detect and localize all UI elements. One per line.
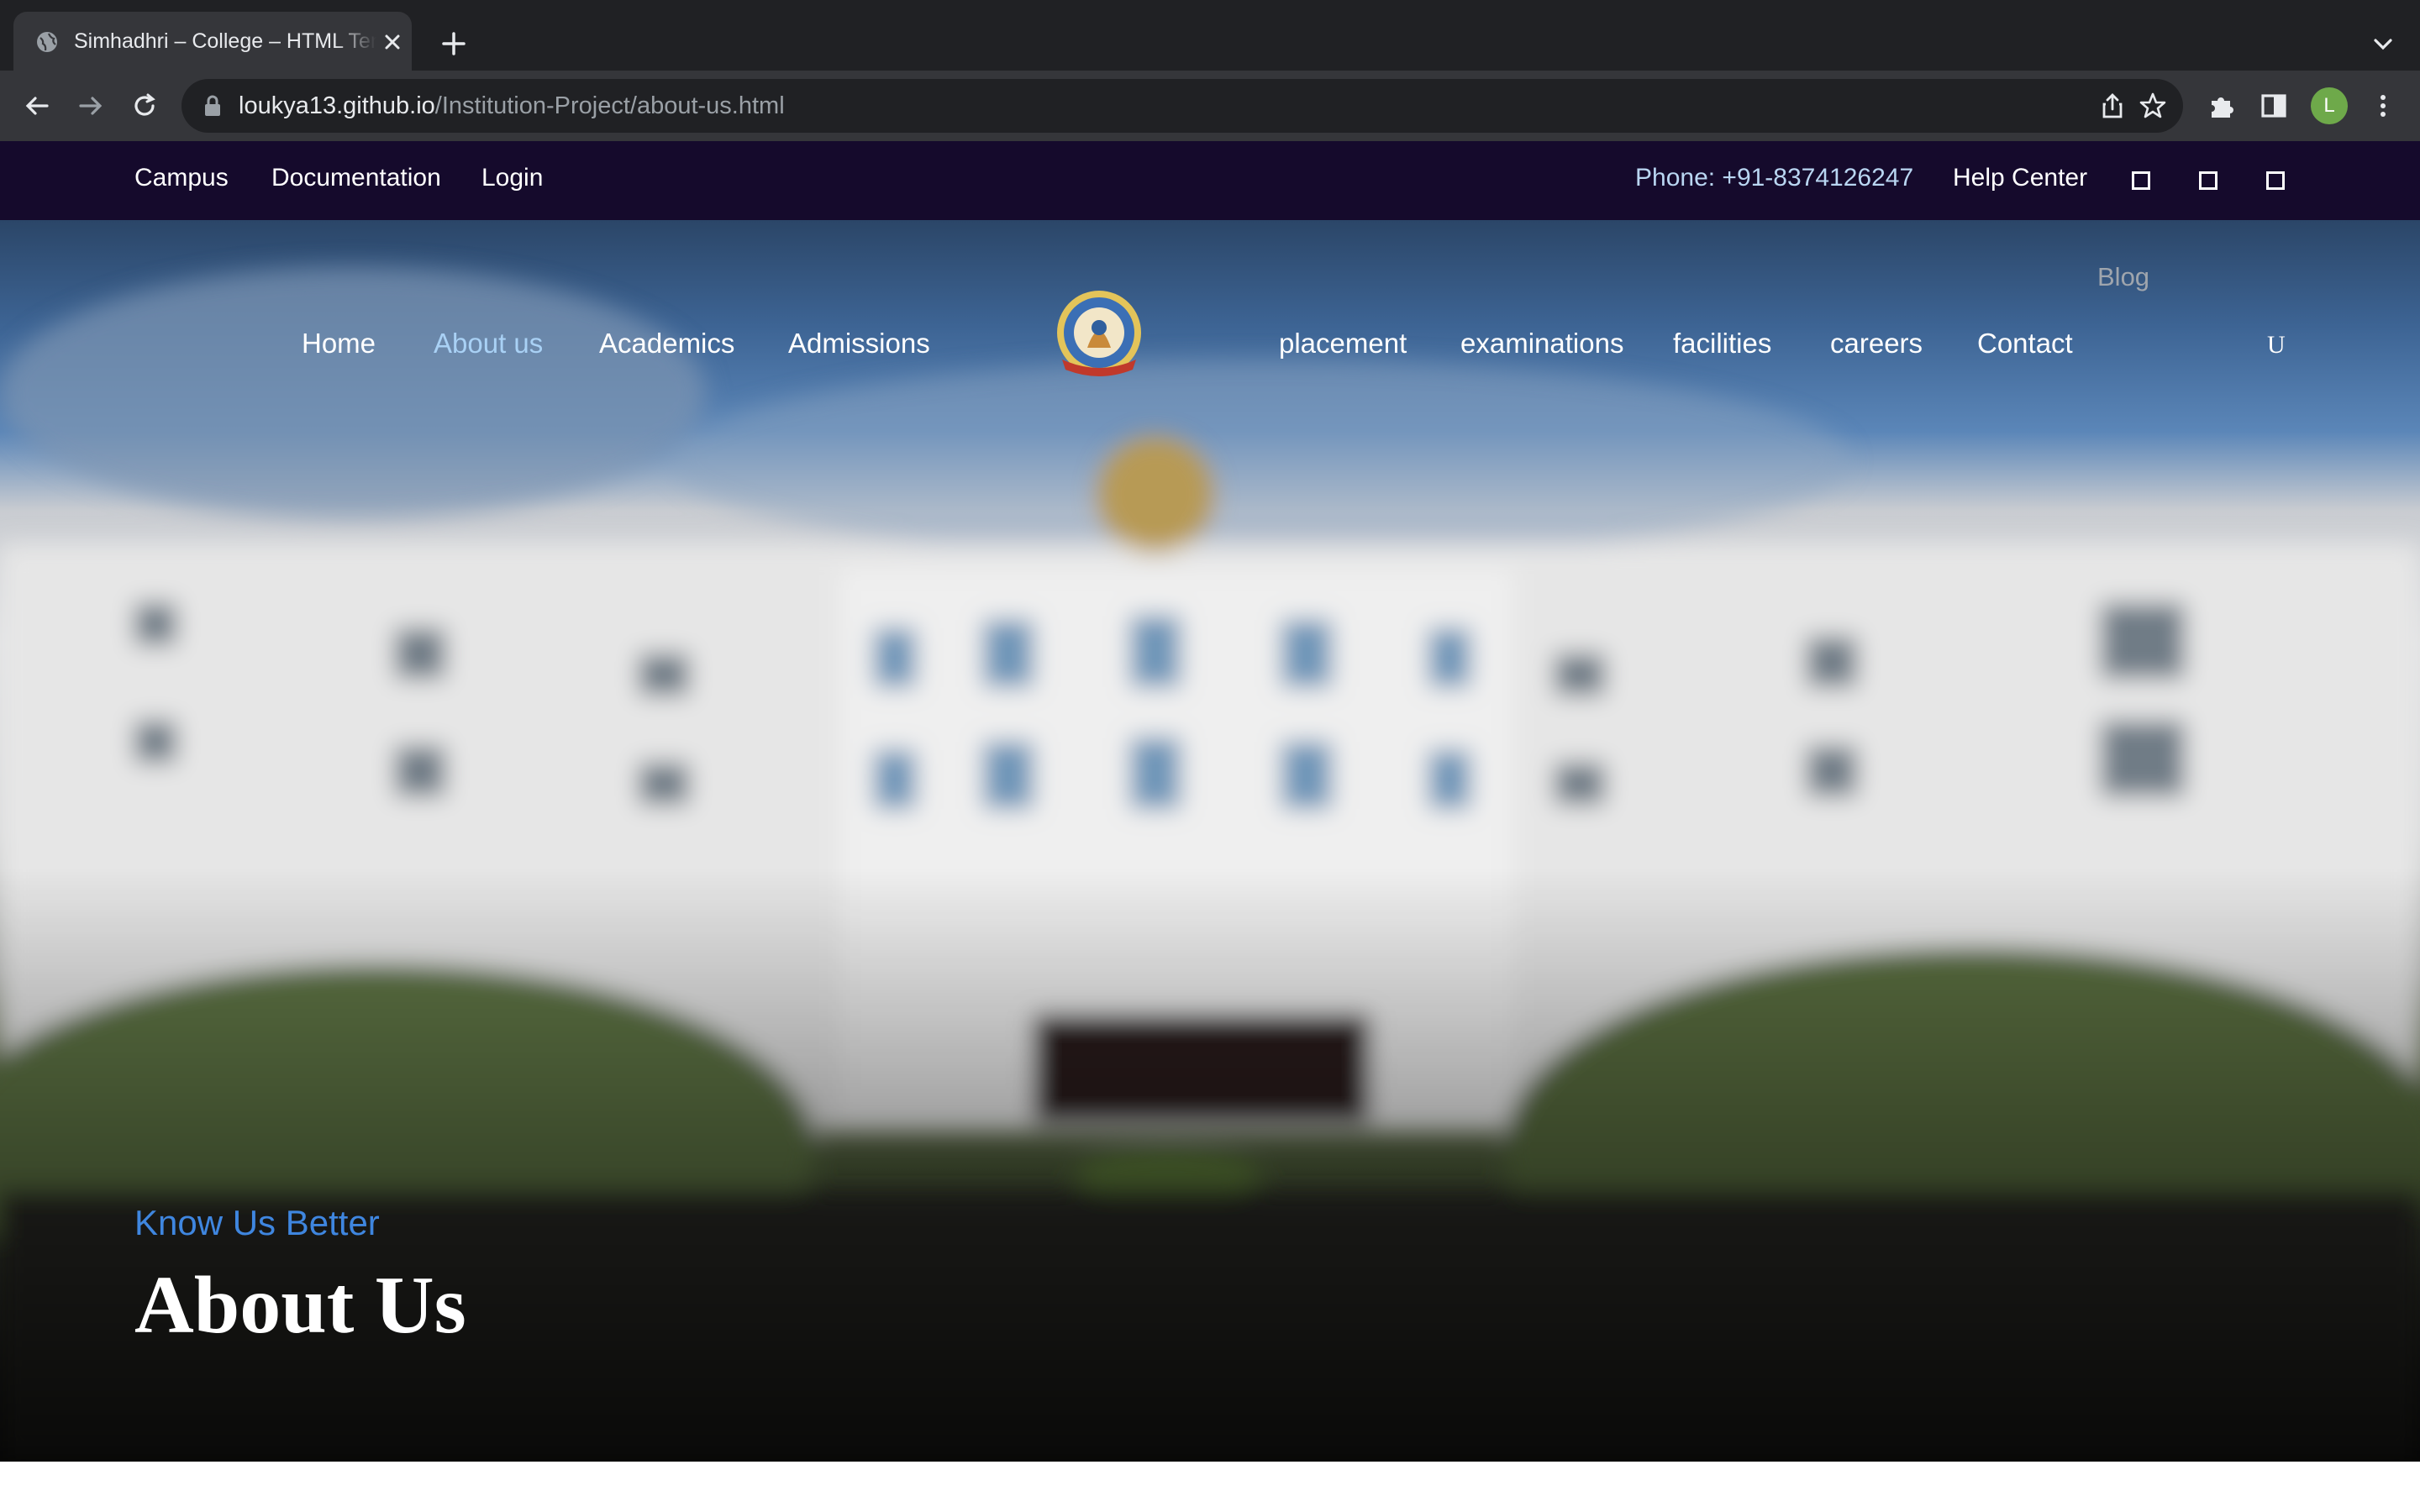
url-text: loukya13.github.io/Institution-Project/a… [239, 92, 785, 120]
social-square-icon-1[interactable] [2132, 171, 2150, 190]
nav-examinations[interactable]: examinations [1460, 328, 1623, 360]
profile-avatar[interactable]: L [2311, 87, 2348, 124]
page-title: About Us [134, 1260, 466, 1351]
page-bottom-strip [0, 1462, 2420, 1512]
reload-icon[interactable] [128, 89, 161, 123]
social-square-icon-3[interactable] [2266, 171, 2285, 190]
topbar-link-campus[interactable]: Campus [134, 164, 229, 192]
close-icon[interactable] [380, 29, 405, 55]
browser-tab[interactable]: Simhadhri – College – HTML Template [13, 12, 412, 71]
nav-admissions[interactable]: Admissions [788, 328, 930, 360]
chevron-down-icon[interactable] [2368, 29, 2398, 59]
address-bar[interactable]: loukya13.github.io/Institution-Project/a… [182, 79, 2183, 133]
social-square-icon-2[interactable] [2199, 171, 2217, 190]
extensions-icon[interactable] [2205, 89, 2238, 123]
share-icon[interactable] [2097, 91, 2128, 121]
college-logo[interactable] [1054, 289, 1144, 383]
nav-blog[interactable]: Blog [2097, 262, 2149, 292]
lock-icon [205, 95, 220, 116]
web-page: Campus Documentation Login Phone: +91-83… [0, 141, 2420, 1462]
topbar-link-login[interactable]: Login [481, 164, 543, 192]
nav-placement[interactable]: placement [1279, 328, 1407, 360]
top-info-bar: Campus Documentation Login Phone: +91-83… [0, 141, 2420, 220]
nav-contact[interactable]: Contact [1977, 328, 2073, 360]
nav-home[interactable]: Home [302, 328, 376, 360]
hero-kicker: Know Us Better [134, 1203, 380, 1242]
browser-tab-strip: Simhadhri – College – HTML Template [0, 0, 2420, 71]
nav-facilities[interactable]: facilities [1673, 328, 1771, 360]
phone-number[interactable]: Phone: +91-8374126247 [1635, 164, 1913, 192]
back-icon[interactable] [20, 89, 54, 123]
user-icon[interactable]: U [2267, 331, 2286, 360]
new-tab-icon[interactable] [437, 27, 471, 60]
nav-careers[interactable]: careers [1830, 328, 1923, 360]
star-icon[interactable] [2138, 91, 2168, 121]
nav-about-us[interactable]: About us [434, 328, 543, 360]
browser-toolbar: loukya13.github.io/Institution-Project/a… [0, 71, 2420, 141]
help-center-link[interactable]: Help Center [1953, 164, 2087, 192]
topbar-link-documentation[interactable]: Documentation [271, 164, 441, 192]
hero-background: Campus Documentation Login Phone: +91-83… [0, 141, 2420, 1462]
url-domain: loukya13.github.io [239, 92, 435, 119]
globe-icon [37, 32, 57, 52]
side-panel-icon[interactable] [2257, 89, 2291, 123]
nav-academics[interactable]: Academics [599, 328, 734, 360]
forward-icon[interactable] [74, 89, 108, 123]
tab-title: Simhadhri – College – HTML Template [74, 29, 376, 53]
url-path: /Institution-Project/about-us.html [434, 92, 785, 119]
kebab-menu-icon[interactable] [2366, 89, 2400, 123]
